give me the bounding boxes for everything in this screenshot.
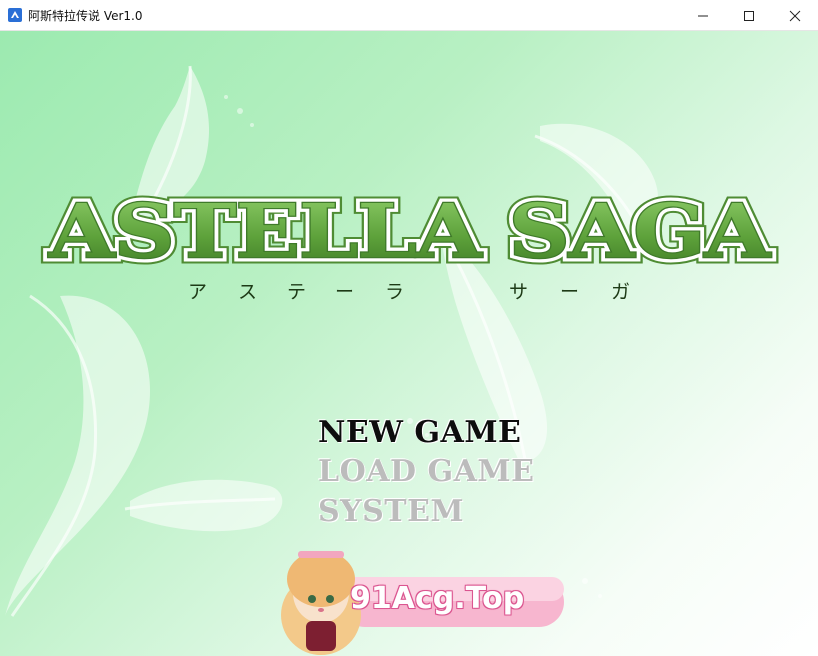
logo-title: ASTELLA SAGA	[48, 189, 772, 275]
logo-kana-8: ガ	[611, 281, 631, 303]
close-button[interactable]	[772, 0, 818, 31]
menu-load-game[interactable]: LOAD GAME	[318, 454, 534, 489]
logo-kana-5: ラ	[385, 281, 405, 303]
title-screen: ASTELLA SAGA ASTELLA SAGA ASTELLA SAGA ア…	[0, 31, 818, 656]
logo-kana-3: テ	[287, 281, 307, 303]
maximize-button[interactable]	[726, 0, 772, 31]
window-title: 阿斯特拉传说 Ver1.0	[28, 9, 143, 23]
watermark-text: 91Acg.Top	[350, 581, 525, 616]
logo-kana-2: ス	[238, 281, 258, 303]
logo-kana-6: サ	[509, 281, 529, 303]
logo-kana-4: ー	[335, 281, 355, 303]
logo-kana-1: ア	[188, 281, 208, 303]
title-bar[interactable]: 阿斯特拉传说 Ver1.0	[0, 0, 818, 31]
maximize-icon	[744, 10, 754, 21]
watermark: 91Acg.Top	[258, 513, 568, 656]
logo-kana-7: ー	[560, 281, 580, 303]
game-window: 阿斯特拉传说 Ver1.0 ASTELLA SAGA ASTELLA SAGA …	[0, 0, 818, 656]
menu-new-game[interactable]: NEW GAME	[318, 415, 521, 450]
minimize-button[interactable]	[680, 0, 726, 31]
minimize-icon	[698, 15, 708, 16]
close-icon	[789, 10, 801, 21]
app-icon	[8, 8, 22, 22]
